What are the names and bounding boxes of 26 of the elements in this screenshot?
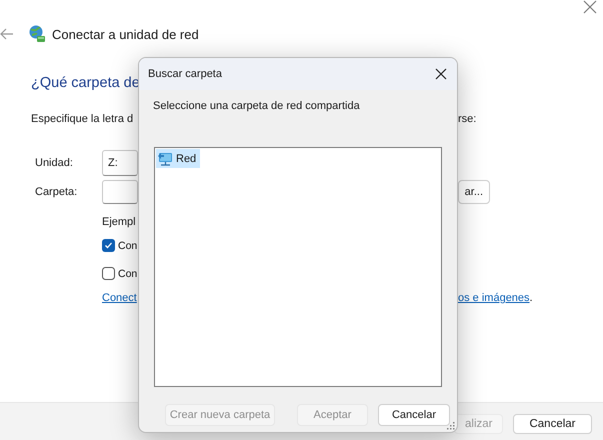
tree-item[interactable]: Red: [156, 149, 200, 168]
cancel-button[interactable]: Cancelar: [513, 414, 592, 434]
checkbox-label: Con: [118, 240, 138, 252]
resize-grip-icon[interactable]: [446, 421, 455, 430]
checkbox[interactable]: [102, 267, 115, 280]
checkbox-label: Con: [118, 268, 138, 280]
link[interactable]: Conect: [102, 290, 137, 306]
cancel-button[interactable]: Cancelar: [378, 404, 450, 426]
close-icon[interactable]: [435, 68, 447, 80]
instruction-text: Especifique la letra d: [31, 112, 134, 127]
drive-letter-dropdown[interactable]: Z:: [102, 150, 138, 176]
field-label: Unidad:: [34, 157, 73, 169]
network-drive-globe-icon: [28, 25, 46, 43]
dialog-prompt: Seleccione una carpeta de red compartida: [153, 99, 361, 114]
link[interactable]: os e imágenes: [458, 292, 530, 304]
network-computer-icon: [157, 151, 173, 166]
window-title: Conectar a unidad de red: [52, 26, 199, 42]
checkbox[interactable]: [102, 239, 115, 252]
instruction-text: rse:: [458, 112, 476, 127]
dialog-title: Buscar carpeta: [148, 68, 222, 80]
back-arrow-icon[interactable]: [0, 28, 14, 40]
period-text: .: [530, 292, 533, 304]
field-label: Carpeta:: [34, 186, 78, 198]
browse-button[interactable]: ar...: [458, 180, 490, 204]
folder-input-field[interactable]: [102, 180, 138, 204]
example-text: Ejempl: [102, 215, 136, 230]
